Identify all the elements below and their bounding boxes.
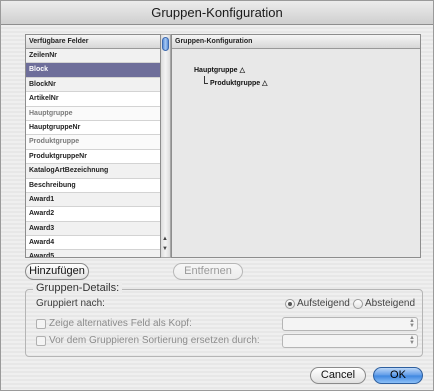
ascending-radio[interactable] [285, 299, 295, 309]
replace-sort-label: Vor dem Gruppieren Sortierung ersetzen d… [49, 335, 260, 346]
group-configuration-header: Gruppen-Konfiguration [172, 35, 420, 49]
tree-node-child-label: Produktgruppe [210, 80, 261, 87]
tree-connector [204, 76, 208, 84]
ascending-label[interactable]: Aufsteigend [297, 298, 350, 309]
alt-field-label: Zeige alternatives Feld als Kopf: [49, 318, 192, 329]
group-details-legend: Gruppen-Details: [33, 282, 123, 294]
cancel-button[interactable]: Cancel [310, 367, 366, 384]
tree-node-root[interactable]: Hauptgruppe △ [194, 66, 245, 74]
grouped-by-label: Gruppiert nach: [36, 298, 105, 309]
field-list-item[interactable]: BlockNr [26, 77, 160, 93]
expand-triangle-icon[interactable]: △ [240, 67, 245, 74]
remove-button[interactable]: Entfernen [173, 263, 243, 280]
add-button[interactable]: Hinzufügen [25, 263, 89, 280]
field-list-item[interactable]: Block [26, 63, 160, 78]
field-list-item[interactable]: Beschreibung [26, 178, 160, 193]
field-list-item[interactable]: Produktgruppe [26, 135, 160, 150]
field-list-item[interactable]: KatalogArtBezeichnung [26, 164, 160, 179]
scrollbar-thumb[interactable] [162, 37, 169, 51]
alt-field-checkbox[interactable] [36, 319, 46, 329]
field-list-item[interactable]: Award4 [26, 236, 160, 251]
field-list-item[interactable]: Award5 [26, 250, 160, 257]
available-fields-header: Verfügbare Felder [26, 35, 160, 49]
field-list-item[interactable]: Award3 [26, 221, 160, 237]
descending-radio[interactable] [353, 299, 363, 309]
expand-triangle-icon[interactable]: △ [262, 80, 267, 87]
ok-button[interactable]: OK [373, 367, 423, 384]
field-list-item[interactable]: Award2 [26, 207, 160, 222]
field-list-item[interactable]: ArtikelNr [26, 92, 160, 107]
available-fields-list[interactable]: Verfügbare Felder ZeilenNr Block BlockNr Ar… [25, 34, 161, 258]
scroll-down-arrow-icon[interactable]: ▼ [162, 245, 168, 253]
replace-sort-select[interactable]: ▲ ▼ [282, 334, 418, 348]
fields-scrollbar[interactable]: ▲ ▼ [161, 34, 171, 258]
descending-label[interactable]: Absteigend [365, 298, 415, 309]
tree-node-child[interactable]: Produktgruppe △ [210, 79, 268, 87]
scroll-up-arrow-icon[interactable]: ▲ [162, 235, 168, 243]
field-list-item[interactable]: HauptgruppeNr [26, 120, 160, 136]
field-list-item[interactable]: Hauptgruppe [26, 106, 160, 121]
field-list-item[interactable]: ZeilenNr [26, 49, 160, 64]
tree-node-root-label: Hauptgruppe [194, 67, 238, 74]
chevron-updown-icon: ▲ ▼ [409, 318, 415, 329]
dialog-window: Gruppen-Konfiguration Verfügbare Felder … [0, 0, 434, 391]
chevron-updown-icon: ▲ ▼ [409, 335, 415, 346]
field-list-item[interactable]: Award1 [26, 192, 160, 208]
field-list-item[interactable]: ProduktgruppeNr [26, 149, 160, 165]
replace-sort-checkbox[interactable] [36, 336, 46, 346]
group-configuration-panel[interactable]: Gruppen-Konfiguration Hauptgruppe △ Produ… [171, 34, 421, 258]
window-title: Gruppen-Konfiguration [1, 1, 433, 25]
alt-field-select[interactable]: ▲ ▼ [282, 317, 418, 331]
